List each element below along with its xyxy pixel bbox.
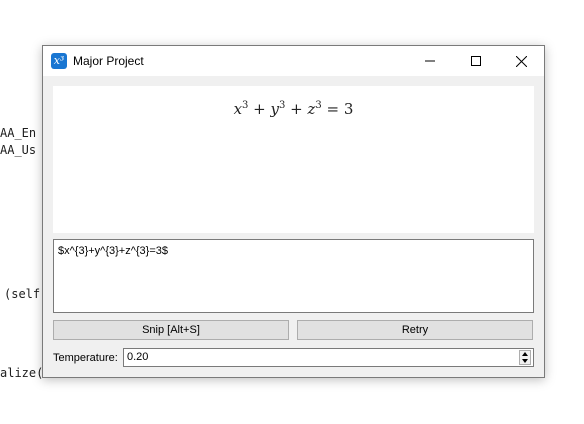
maximize-icon: [471, 56, 481, 66]
app-window: x³ Major Project x3 + y3 + z3 = 3 $x^{3}…: [42, 45, 545, 378]
latex-editor[interactable]: $x^{3}+y^{3}+z^{3}=3$: [53, 239, 534, 313]
background-code-line: (self: [4, 287, 41, 301]
minimize-icon: [425, 60, 435, 62]
title-bar[interactable]: x³ Major Project: [43, 46, 544, 76]
maximize-button[interactable]: [453, 46, 499, 76]
formula-preview: x3 + y3 + z3 = 3: [53, 86, 534, 233]
window-title: Major Project: [73, 54, 144, 68]
spin-buttons[interactable]: [519, 350, 531, 365]
background-code-line: AA_Us: [0, 143, 37, 157]
arrow-down-icon[interactable]: [522, 359, 528, 363]
rendered-formula: x3 + y3 + z3 = 3: [233, 100, 354, 118]
temperature-spinbox[interactable]: 0.20: [123, 348, 534, 367]
minimize-button[interactable]: [407, 46, 453, 76]
app-icon: x³: [51, 53, 67, 69]
close-button[interactable]: [498, 46, 544, 76]
temperature-label: Temperature:: [53, 352, 118, 364]
close-icon: [515, 55, 527, 67]
latex-text: $x^{3}+y^{3}+z^{3}=3$: [58, 245, 169, 257]
temperature-value: 0.20: [127, 351, 149, 363]
arrow-up-icon[interactable]: [522, 352, 528, 356]
snip-button[interactable]: Snip [Alt+S]: [53, 320, 289, 340]
retry-button[interactable]: Retry: [297, 320, 533, 340]
background-code-line: AA_En: [0, 126, 37, 140]
